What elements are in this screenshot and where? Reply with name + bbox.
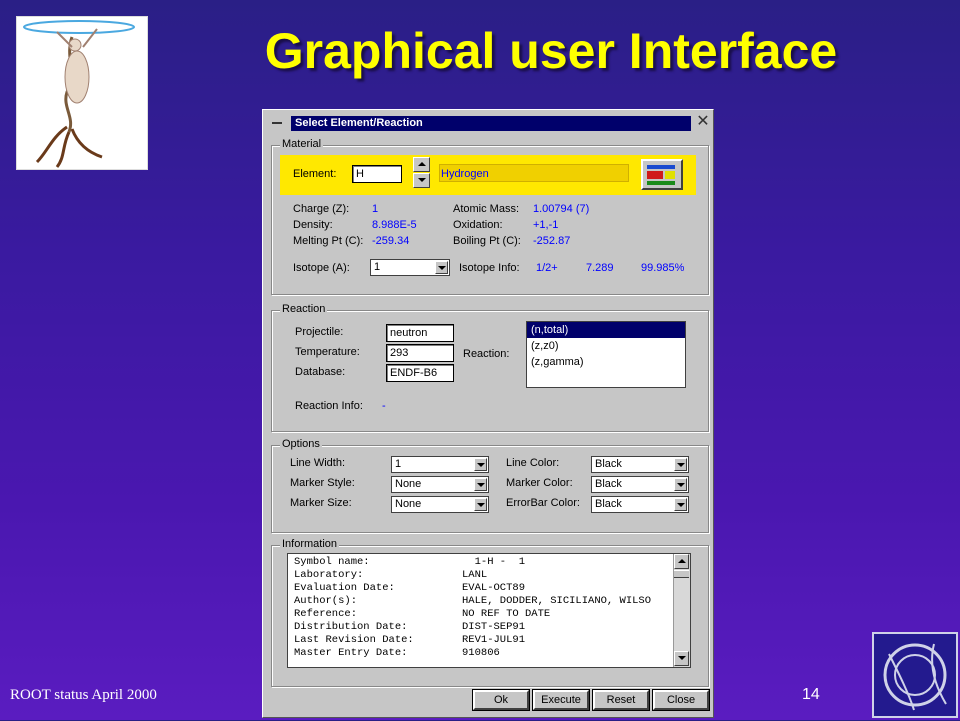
- slide-footer: ROOT status April 2000: [10, 687, 157, 703]
- temperature-label: Temperature:: [295, 346, 360, 358]
- atomic-mass-value: 1.00794 (7): [533, 203, 590, 215]
- chevron-down-icon[interactable]: [674, 478, 687, 491]
- marker-size-select[interactable]: None: [391, 496, 489, 513]
- melting-value: -259.34: [372, 235, 410, 247]
- marker-color-select[interactable]: Black: [591, 476, 689, 493]
- line-width-value: 1: [395, 458, 402, 470]
- charge-value: 1: [372, 203, 379, 215]
- errorbar-color-value: Black: [595, 498, 622, 510]
- root-logo-image: [16, 16, 148, 170]
- system-menu-icon[interactable]: [269, 117, 285, 129]
- density-label: Density:: [293, 219, 333, 231]
- reaction-list[interactable]: (n,total) (z,z0) (z,gamma): [526, 321, 686, 388]
- dialog-titlebar[interactable]: Select Element/Reaction ✕: [267, 114, 711, 133]
- reaction-info-label: Reaction Info:: [295, 400, 363, 412]
- close-button[interactable]: Close: [652, 689, 710, 711]
- info-line: Last Revision Date: REV1-JUL91: [294, 634, 526, 646]
- line-color-value: Black: [595, 458, 622, 470]
- melting-label: Melting Pt (C):: [293, 235, 364, 247]
- info-scrollbar[interactable]: [673, 554, 690, 667]
- element-input[interactable]: H: [352, 165, 402, 183]
- boiling-value: -252.87: [533, 235, 571, 247]
- marker-style-select[interactable]: None: [391, 476, 489, 493]
- chevron-down-icon[interactable]: [474, 498, 487, 511]
- page-number: 14: [802, 686, 820, 703]
- projectile-input[interactable]: neutron: [386, 324, 454, 342]
- reaction-label: Reaction:: [463, 348, 510, 360]
- info-line: Symbol name: 1-H - 1: [294, 556, 526, 568]
- chevron-down-icon[interactable]: [435, 261, 448, 274]
- chevron-down-icon[interactable]: [474, 478, 487, 491]
- isotope-select[interactable]: 1: [370, 259, 450, 276]
- database-input[interactable]: ENDF-B6: [386, 364, 454, 382]
- info-line: Master Entry Date: 910806: [294, 647, 500, 659]
- close-icon[interactable]: ✕: [695, 114, 711, 131]
- marker-size-label: Marker Size:: [290, 497, 352, 509]
- ok-button[interactable]: Ok: [472, 689, 530, 711]
- marker-style-label: Marker Style:: [290, 477, 355, 489]
- reaction-info-value: -: [382, 400, 386, 412]
- list-item[interactable]: (n,total): [527, 322, 685, 338]
- slide-title: Graphical user Interface: [264, 23, 838, 79]
- list-item[interactable]: (z,z0): [527, 338, 685, 354]
- isotope-select-value: 1: [374, 261, 381, 273]
- element-name-text: Hydrogen: [441, 168, 489, 180]
- chevron-down-icon[interactable]: [674, 458, 687, 471]
- info-line: Distribution Date: DIST-SEP91: [294, 621, 526, 633]
- oxidation-label: Oxidation:: [453, 219, 503, 231]
- marker-style-value: None: [395, 478, 422, 490]
- errorbar-color-label: ErrorBar Color:: [506, 497, 580, 509]
- dialog-title: Select Element/Reaction: [291, 116, 691, 131]
- chevron-down-icon[interactable]: [474, 458, 487, 471]
- marker-size-value: None: [395, 498, 422, 510]
- oxidation-value: +1,-1: [533, 219, 559, 231]
- element-up-button[interactable]: [413, 157, 430, 172]
- marker-color-label: Marker Color:: [506, 477, 573, 489]
- marker-color-value: Black: [595, 478, 622, 490]
- element-label: Element:: [293, 168, 337, 180]
- isotope-info-abundance: 99.985%: [641, 262, 685, 274]
- atomic-mass-label: Atomic Mass:: [453, 203, 520, 215]
- info-line: Laboratory: LANL: [294, 569, 488, 581]
- periodic-table-icon[interactable]: [641, 159, 683, 190]
- line-color-select[interactable]: Black: [591, 456, 689, 473]
- projectile-label: Projectile:: [295, 326, 344, 338]
- isotope-info-label: Isotope Info:: [459, 262, 520, 274]
- material-legend: Material: [280, 138, 324, 150]
- list-item[interactable]: (z,gamma): [527, 354, 685, 370]
- isotope-info-mass-excess: 7.289: [586, 262, 614, 274]
- info-line: Author(s): HALE, DODDER, SICILIANO, WILSO: [294, 595, 652, 607]
- isotope-label: Isotope (A):: [293, 262, 350, 274]
- errorbar-color-select[interactable]: Black: [591, 496, 689, 513]
- line-color-label: Line Color:: [506, 457, 560, 469]
- info-line: Evaluation Date: EVAL-OCT89: [294, 582, 526, 594]
- scroll-up-icon[interactable]: [674, 554, 689, 569]
- info-line: Reference: NO REF TO DATE: [294, 608, 551, 620]
- element-down-button[interactable]: [413, 173, 430, 188]
- options-legend: Options: [280, 438, 322, 450]
- charge-label: Charge (Z):: [293, 203, 350, 215]
- cern-logo: [872, 632, 958, 718]
- boiling-label: Boiling Pt (C):: [453, 235, 521, 247]
- information-textbox[interactable]: Symbol name: 1-H - 1 Laboratory: LANL Eva…: [287, 553, 691, 668]
- line-width-label: Line Width:: [290, 457, 346, 469]
- scroll-down-icon[interactable]: [674, 651, 689, 666]
- database-label: Database:: [295, 366, 346, 378]
- execute-button[interactable]: Execute: [532, 689, 590, 711]
- select-element-dialog: Select Element/Reaction ✕ Material Eleme…: [262, 109, 714, 718]
- scroll-thumb[interactable]: [674, 570, 689, 578]
- isotope-info-spin: 1/2+: [536, 262, 558, 274]
- temperature-input[interactable]: 293: [386, 344, 454, 362]
- reaction-legend: Reaction: [280, 303, 328, 315]
- line-width-select[interactable]: 1: [391, 456, 489, 473]
- reset-button[interactable]: Reset: [592, 689, 650, 711]
- density-value: 8.988E-5: [372, 219, 417, 231]
- information-legend: Information: [280, 538, 340, 550]
- chevron-down-icon[interactable]: [674, 498, 687, 511]
